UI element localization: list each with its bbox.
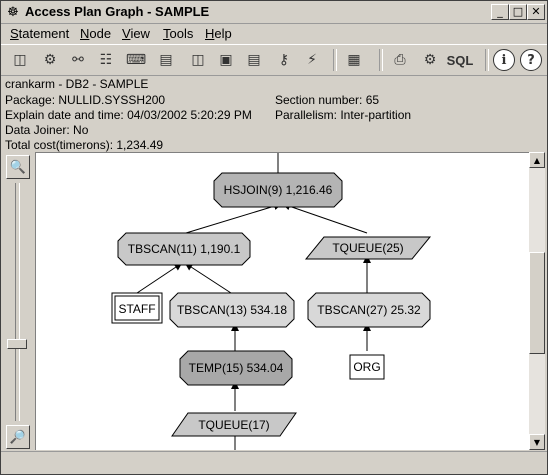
node-staff-table[interactable]: STAFF bbox=[111, 292, 163, 324]
maximize-button[interactable]: □ bbox=[509, 4, 527, 20]
scroll-up-button[interactable]: ▲ bbox=[529, 152, 545, 168]
zoom-panel: 🔍 🔎 bbox=[1, 153, 33, 451]
node-tbscan27[interactable]: TBSCAN(27) 25.32 bbox=[307, 292, 431, 328]
node-tree-icon[interactable]: ⚯ bbox=[67, 49, 89, 71]
vertical-scrollbar[interactable]: ▲ ▼ bbox=[529, 152, 545, 450]
edge-staff-tbscan11 bbox=[136, 262, 183, 294]
statistics-icon[interactable]: ▤ bbox=[155, 49, 177, 71]
edge-tqueue25-hsjoin bbox=[282, 202, 368, 234]
node-tbscan11-label: TBSCAN(11) 1,190.1 bbox=[128, 242, 241, 256]
zoom-in-icon: 🔍 bbox=[9, 159, 27, 174]
title-bar[interactable]: ☸ Access Plan Graph - SAMPLE _ □ ✕ bbox=[1, 1, 547, 24]
help-icon: ? bbox=[520, 49, 542, 71]
toolbar-separator bbox=[333, 49, 337, 71]
settings-panel-icon[interactable]: ▦ bbox=[343, 49, 365, 71]
package-label: Package: NULLID.SYSSH200 bbox=[5, 93, 166, 107]
node-tbscan11[interactable]: TBSCAN(11) 1,190.1 bbox=[117, 232, 251, 266]
node-hsjoin[interactable]: HSJOIN(9) 1,216.46 bbox=[213, 172, 343, 208]
menu-statement[interactable]: Statement bbox=[10, 26, 69, 41]
document-icon[interactable]: ▤ bbox=[243, 49, 265, 71]
data-joiner-label: Data Joiner: No bbox=[5, 123, 89, 137]
node-tqueue17[interactable]: TQUEUE(17) bbox=[171, 412, 297, 437]
close-button[interactable]: ✕ bbox=[527, 4, 545, 20]
print-icon[interactable]: ⎙ bbox=[389, 49, 411, 71]
script-icon[interactable]: ⌨ bbox=[125, 49, 147, 71]
node-tbscan13[interactable]: TBSCAN(13) 534.18 bbox=[169, 292, 295, 328]
zoom-out-icon: 🔎 bbox=[9, 429, 27, 444]
menu-view[interactable]: View bbox=[122, 26, 150, 41]
node-tbscan27-label: TBSCAN(27) 25.32 bbox=[317, 303, 421, 317]
node-staff-label: STAFF bbox=[118, 302, 155, 316]
zoom-out-button[interactable]: 🔎 bbox=[6, 425, 30, 449]
node-tqueue25-label: TQUEUE(25) bbox=[332, 241, 403, 255]
scroll-down-button[interactable]: ▼ bbox=[529, 434, 545, 450]
node-tqueue25[interactable]: TQUEUE(25) bbox=[304, 236, 432, 260]
app-icon: ☸ bbox=[7, 4, 19, 19]
node-temp15-label: TEMP(15) 534.04 bbox=[189, 361, 284, 375]
graph-canvas[interactable]: HSJOIN(9) 1,216.46 TBSCAN(11) 1,190.1 TQ… bbox=[35, 152, 530, 450]
node-details-icon[interactable]: ⚙ bbox=[39, 49, 61, 71]
parallelism-label: Parallelism: Inter-partition bbox=[275, 108, 412, 122]
access-plan-graph: HSJOIN(9) 1,216.46 TBSCAN(11) 1,190.1 TQ… bbox=[111, 153, 432, 450]
menu-tools[interactable]: Tools bbox=[163, 26, 193, 41]
node-org-table[interactable]: ORG bbox=[349, 354, 385, 380]
toolbar-separator bbox=[485, 49, 489, 71]
menu-bar: Statement Node View Tools Help bbox=[1, 23, 547, 43]
edge-tbscan11-hsjoin bbox=[185, 202, 282, 234]
connection-label: crankarm - DB2 - SAMPLE bbox=[5, 77, 149, 91]
menu-help[interactable]: Help bbox=[205, 26, 232, 41]
node-tqueue17-label: TQUEUE(17) bbox=[198, 418, 269, 432]
total-cost-label: Total cost(timerons): 1,234.49 bbox=[5, 138, 164, 152]
toolbar-separator bbox=[379, 49, 383, 71]
arrow-up-icon: ▲ bbox=[533, 155, 541, 165]
explain-info-panel: crankarm - DB2 - SAMPLE Package: NULLID.… bbox=[1, 75, 547, 152]
status-bar bbox=[1, 451, 547, 474]
related-nodes-icon[interactable]: ☷ bbox=[95, 49, 117, 71]
sql-button[interactable]: SQL bbox=[445, 49, 475, 71]
node-hsjoin-label: HSJOIN(9) 1,216.46 bbox=[224, 183, 333, 197]
zoom-slider-track[interactable] bbox=[15, 183, 20, 421]
edge-tbscan13-tbscan11 bbox=[184, 262, 232, 294]
window-title: Access Plan Graph - SAMPLE bbox=[25, 4, 210, 19]
key-icon[interactable]: ⚷ bbox=[273, 49, 295, 71]
info-icon: i bbox=[493, 49, 515, 71]
access-plan-graph-window: ☸ Access Plan Graph - SAMPLE _ □ ✕ State… bbox=[0, 0, 548, 475]
node-temp15[interactable]: TEMP(15) 534.04 bbox=[179, 350, 293, 386]
scrollbar-thumb[interactable] bbox=[529, 252, 545, 354]
zoom-slider-thumb[interactable] bbox=[7, 339, 27, 349]
node-org-label: ORG bbox=[353, 360, 380, 374]
info-button[interactable]: i bbox=[493, 49, 515, 71]
arrow-down-icon: ▼ bbox=[533, 437, 541, 447]
node-tbscan13-label: TBSCAN(13) 534.18 bbox=[177, 303, 287, 317]
explain-date-label: Explain date and time: 04/03/2002 5:20:2… bbox=[5, 108, 252, 122]
tree-view-icon[interactable]: ⚙ bbox=[419, 49, 441, 71]
database-icon[interactable]: ◫ bbox=[187, 49, 209, 71]
tree-icon[interactable]: ◫ bbox=[9, 49, 31, 71]
section-number-label: Section number: 65 bbox=[275, 93, 380, 107]
toolbar: ◫ ⚙ ⚯ ☷ ⌨ ▤ ◫ ▣ ▤ ⚷ ⚡ ▦ ⎙ ⚙ SQL i ? bbox=[1, 44, 547, 76]
minimize-button[interactable]: _ bbox=[491, 4, 509, 20]
zoom-in-button[interactable]: 🔍 bbox=[6, 155, 30, 179]
network-icon[interactable]: ⚡ bbox=[301, 49, 323, 71]
monitor-icon[interactable]: ▣ bbox=[215, 49, 237, 71]
help-button[interactable]: ? bbox=[520, 49, 542, 71]
menu-node[interactable]: Node bbox=[80, 26, 111, 41]
